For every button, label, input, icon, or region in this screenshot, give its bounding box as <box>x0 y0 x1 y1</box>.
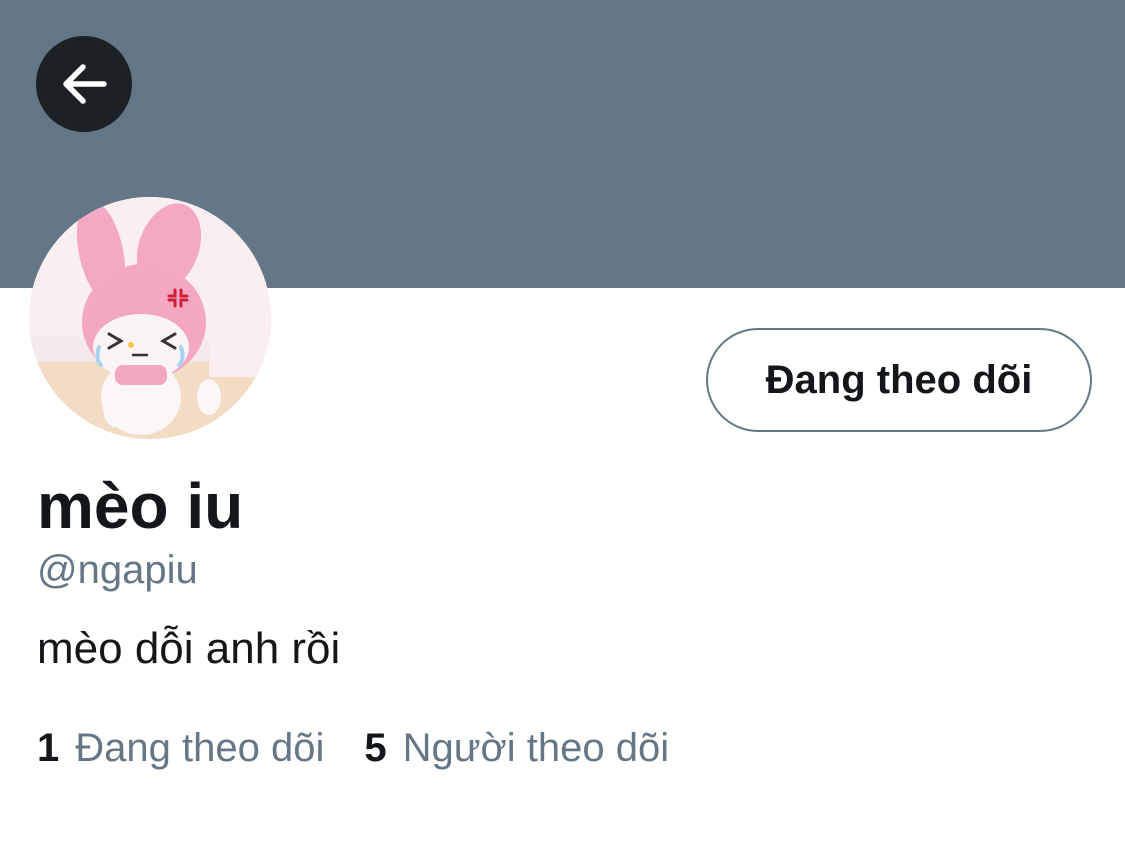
followers-count: 5 <box>364 726 387 770</box>
profile-stats: 1 Đang theo dõi 5 Người theo dõi <box>37 728 669 768</box>
following-count: 1 <box>37 726 60 770</box>
followers-label: Người theo dõi <box>402 726 670 770</box>
followers-stat-link[interactable]: 5 Người theo dõi <box>364 728 669 768</box>
profile-avatar[interactable] <box>29 197 271 439</box>
profile-bio: mèo dỗi anh rồi <box>37 624 341 673</box>
following-button[interactable]: Đang theo dõi <box>706 328 1092 432</box>
following-stat-link[interactable]: 1 Đang theo dõi <box>37 728 324 768</box>
display-name: mèo iu <box>37 470 244 542</box>
arrow-left-icon <box>63 64 107 104</box>
profile-page: Đang theo dõi mèo iu @ngapiu mèo dỗi anh… <box>0 0 1125 845</box>
following-label: Đang theo dõi <box>75 726 325 770</box>
user-handle: @ngapiu <box>37 548 198 592</box>
avatar-image <box>29 197 271 439</box>
back-button[interactable] <box>36 36 132 132</box>
